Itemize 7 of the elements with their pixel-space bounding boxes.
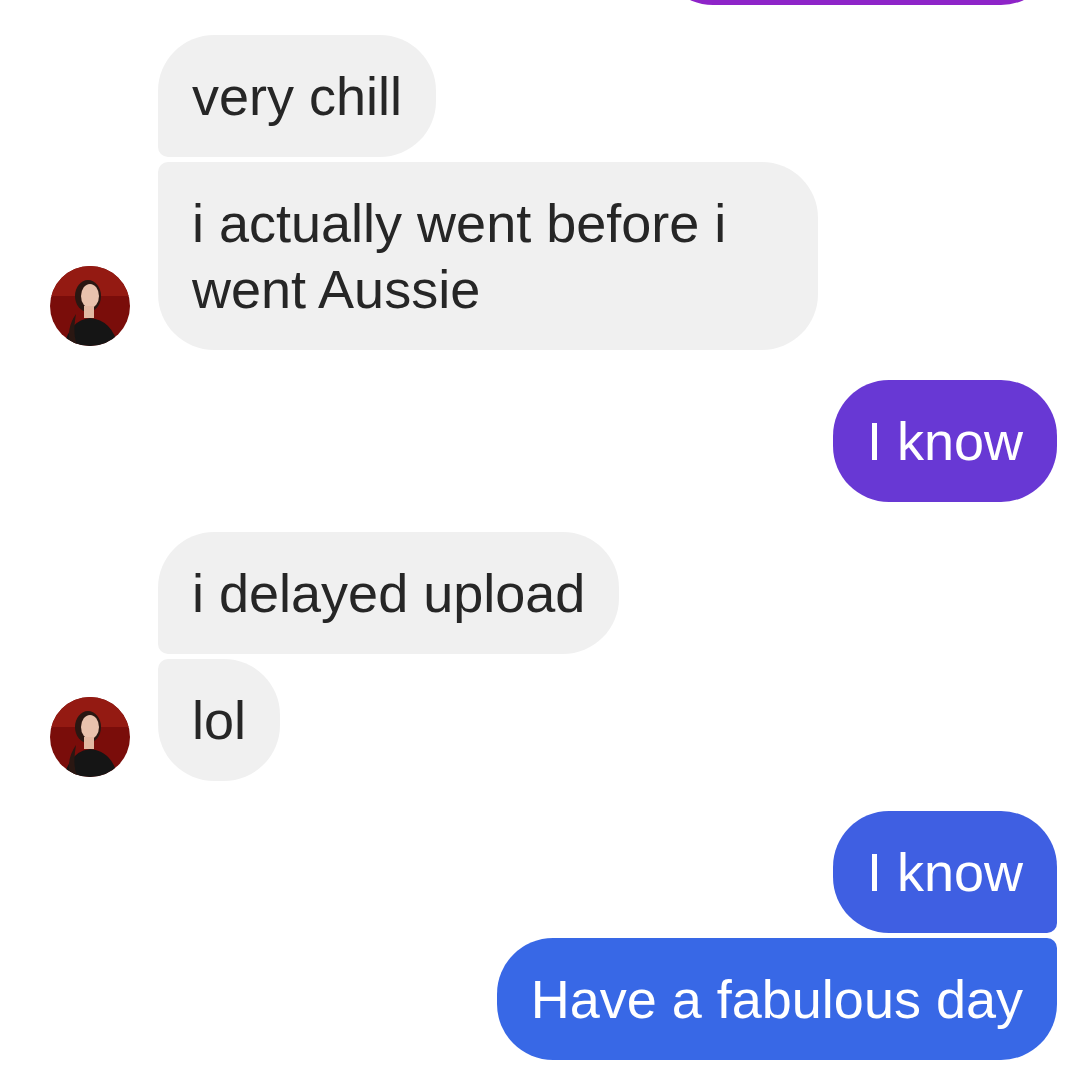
message-bubble: I know [832,380,1057,502]
message-bubble: very chill [158,35,437,157]
message-bubble: i delayed upload [158,532,620,654]
message-bubble: Have a fabulous day [496,938,1057,1060]
message-bubble: I know [832,811,1057,933]
message-bubble: lol [158,659,281,781]
message-bubble: i actually went before i went Aussie [158,162,818,350]
